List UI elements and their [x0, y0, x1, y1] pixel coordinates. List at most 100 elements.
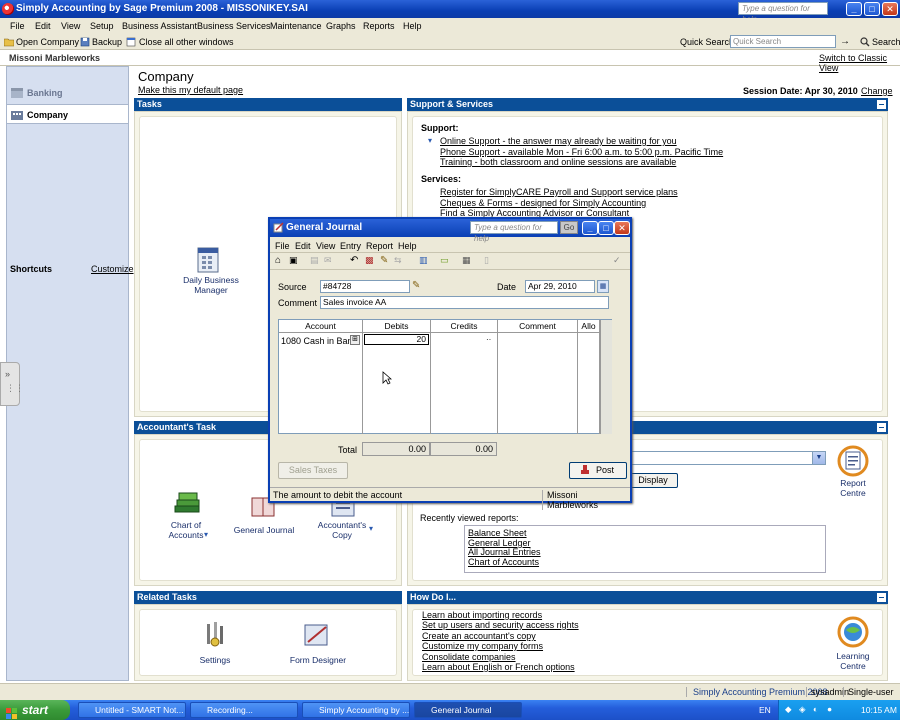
grid-scrollbar[interactable] — [600, 320, 612, 434]
language-indicator[interactable]: EN — [759, 705, 771, 715]
taskbar-simply-accounting[interactable]: Simply Accounting by ... — [302, 702, 410, 718]
form-designer-icon[interactable] — [302, 622, 332, 648]
change-session-date-link[interactable]: Change — [861, 86, 893, 96]
menu-graphs[interactable]: Graphs — [326, 21, 356, 31]
collapse-support-icon[interactable] — [877, 100, 886, 109]
calendar-icon[interactable]: ▦ — [597, 280, 609, 293]
comment-input[interactable]: Sales invoice AA — [320, 296, 609, 309]
form-designer-label[interactable]: Form Designer — [284, 655, 352, 665]
print-icon[interactable]: ▤ — [310, 255, 319, 266]
howto-consolidate-link[interactable]: Consolidate companies — [422, 652, 516, 662]
settings-label[interactable]: Settings — [190, 655, 240, 665]
dialog-menu-view[interactable]: View — [316, 241, 335, 251]
dialog-help-go-button[interactable]: Go — [560, 221, 578, 234]
menu-setup[interactable]: Setup — [90, 21, 114, 31]
accountants-copy-dropdown-icon[interactable]: ▾ — [369, 524, 373, 533]
report-select[interactable]: ▼ — [628, 451, 826, 465]
attach-icon[interactable]: ▯ — [484, 255, 489, 266]
calculator-icon[interactable]: ▦ — [462, 255, 471, 266]
tray-network-icon[interactable]: ◆ — [785, 704, 792, 715]
quick-search-input[interactable]: Quick Search — [730, 35, 836, 48]
chart-of-accounts-icon[interactable] — [172, 490, 202, 518]
cheques-forms-link[interactable]: Cheques & Forms - designed for Simply Ac… — [440, 198, 646, 208]
menu-edit[interactable]: Edit — [35, 21, 51, 31]
email-icon[interactable]: ✉ — [324, 255, 332, 266]
source-input[interactable]: #84728 — [320, 280, 410, 293]
taskbar-recording[interactable]: Recording... — [190, 702, 298, 718]
learning-centre-label[interactable]: Learning Centre — [828, 651, 878, 671]
recent-report-all-journal-entries[interactable]: All Journal Entries — [468, 547, 541, 557]
learning-centre-icon[interactable] — [836, 616, 870, 648]
dialog-help-input[interactable]: Type a question for help — [470, 221, 558, 243]
general-journal-label[interactable]: General Journal — [232, 525, 296, 535]
howto-language-options-link[interactable]: Learn about English or French options — [422, 662, 575, 672]
date-input[interactable]: Apr 29, 2010 — [525, 280, 595, 293]
post-button[interactable]: Post — [569, 462, 627, 479]
menu-business-services[interactable]: Business Services — [197, 21, 271, 31]
tray-shield-icon[interactable]: ◈ — [799, 704, 806, 715]
side-panel-handle[interactable]: » ⋮⋮ — [0, 362, 24, 406]
reverse-icon[interactable]: ⇆ — [394, 255, 402, 266]
menu-help[interactable]: Help — [403, 21, 422, 31]
home-icon[interactable]: ⌂ — [275, 255, 281, 266]
tray-app-icon[interactable]: ● — [827, 704, 832, 714]
dialog-close-button[interactable]: ✕ — [614, 221, 630, 235]
start-button[interactable]: start — [0, 700, 70, 720]
save-template-icon[interactable]: ▥ — [419, 255, 428, 266]
daily-business-manager-label[interactable]: Daily Business Manager — [176, 275, 246, 295]
menu-file[interactable]: File — [10, 21, 25, 31]
dialog-menu-edit[interactable]: Edit — [295, 241, 311, 251]
display-report-button[interactable]: Display — [628, 473, 678, 488]
dialog-minimize-button[interactable]: _ — [582, 221, 598, 235]
customize-shortcuts-link[interactable]: Customize — [91, 264, 134, 274]
menu-maintenance[interactable]: Maintenance — [270, 21, 322, 31]
row-credit[interactable]: ·· — [486, 335, 491, 344]
nav-item-banking[interactable]: Banking — [7, 83, 128, 103]
undo-icon[interactable]: ↶ — [350, 255, 358, 266]
checkmark-icon[interactable]: ✓ — [613, 255, 621, 266]
recent-report-chart-of-accounts[interactable]: Chart of Accounts — [468, 557, 539, 567]
store-recurring-icon[interactable]: ▭ — [440, 255, 449, 266]
switch-classic-view-link[interactable]: Switch to Classic View — [819, 53, 900, 73]
taskbar-smart-notebook[interactable]: Untitled - SMART Not... — [78, 702, 186, 718]
howto-users-security-link[interactable]: Set up users and security access rights — [422, 620, 579, 630]
report-centre-icon[interactable] — [836, 445, 870, 477]
chart-of-accounts-dropdown-icon[interactable]: ▾ — [204, 530, 208, 539]
close-all-windows-button[interactable]: Close all other windows — [139, 37, 234, 47]
howto-importing-records-link[interactable]: Learn about importing records — [422, 610, 542, 620]
row-account[interactable]: 1080 Cash in Bank — [281, 336, 357, 346]
collapse-reports-icon[interactable] — [877, 423, 886, 432]
dialog-maximize-button[interactable]: □ — [598, 221, 614, 235]
make-default-page-link[interactable]: Make this my default page — [138, 85, 243, 95]
recent-report-balance-sheet[interactable]: Balance Sheet — [468, 528, 527, 538]
clock[interactable]: 10:15 AM — [861, 705, 897, 715]
report-centre-label[interactable]: Report Centre — [828, 478, 878, 498]
dialog-menu-file[interactable]: File — [275, 241, 290, 251]
close-button[interactable]: ✕ — [882, 2, 898, 16]
help-question-input[interactable]: Type a question for help — [738, 2, 828, 24]
open-company-button[interactable]: Open Company — [16, 37, 79, 47]
collapse-how-do-i-icon[interactable] — [877, 593, 886, 602]
training-link[interactable]: Training - both classroom and online ses… — [440, 157, 676, 167]
search-button[interactable]: Search — [872, 37, 900, 47]
accountants-copy-label[interactable]: Accountant's Copy — [314, 520, 370, 540]
nav-item-company[interactable]: Company — [7, 104, 128, 124]
recall-icon[interactable]: ▩ — [365, 255, 374, 266]
maximize-button[interactable]: □ — [864, 2, 880, 16]
settings-icon[interactable] — [202, 620, 228, 648]
backup-button[interactable]: Backup — [92, 37, 122, 47]
register-simplycare-link[interactable]: Register for SimplyCARE Payroll and Supp… — [440, 187, 678, 197]
menu-reports[interactable]: Reports — [363, 21, 395, 31]
menu-business-assistant[interactable]: Business Assistant — [122, 21, 197, 31]
minimize-button[interactable]: _ — [846, 2, 862, 16]
dialog-menu-entry[interactable]: Entry — [340, 241, 361, 251]
menu-view[interactable]: View — [61, 21, 80, 31]
row-debit-input[interactable]: 20 — [364, 334, 429, 345]
window-icon[interactable]: ▣ — [289, 255, 298, 266]
sales-taxes-button[interactable]: Sales Taxes — [278, 462, 348, 479]
howto-accountants-copy-link[interactable]: Create an accountant's copy — [422, 631, 536, 641]
source-lookup-icon[interactable]: ✎ — [412, 280, 420, 291]
online-support-link[interactable]: Online Support - the answer may already … — [440, 136, 677, 146]
account-lookup-icon[interactable]: ⊞ — [350, 335, 360, 345]
howto-customize-forms-link[interactable]: Customize my company forms — [422, 641, 543, 651]
